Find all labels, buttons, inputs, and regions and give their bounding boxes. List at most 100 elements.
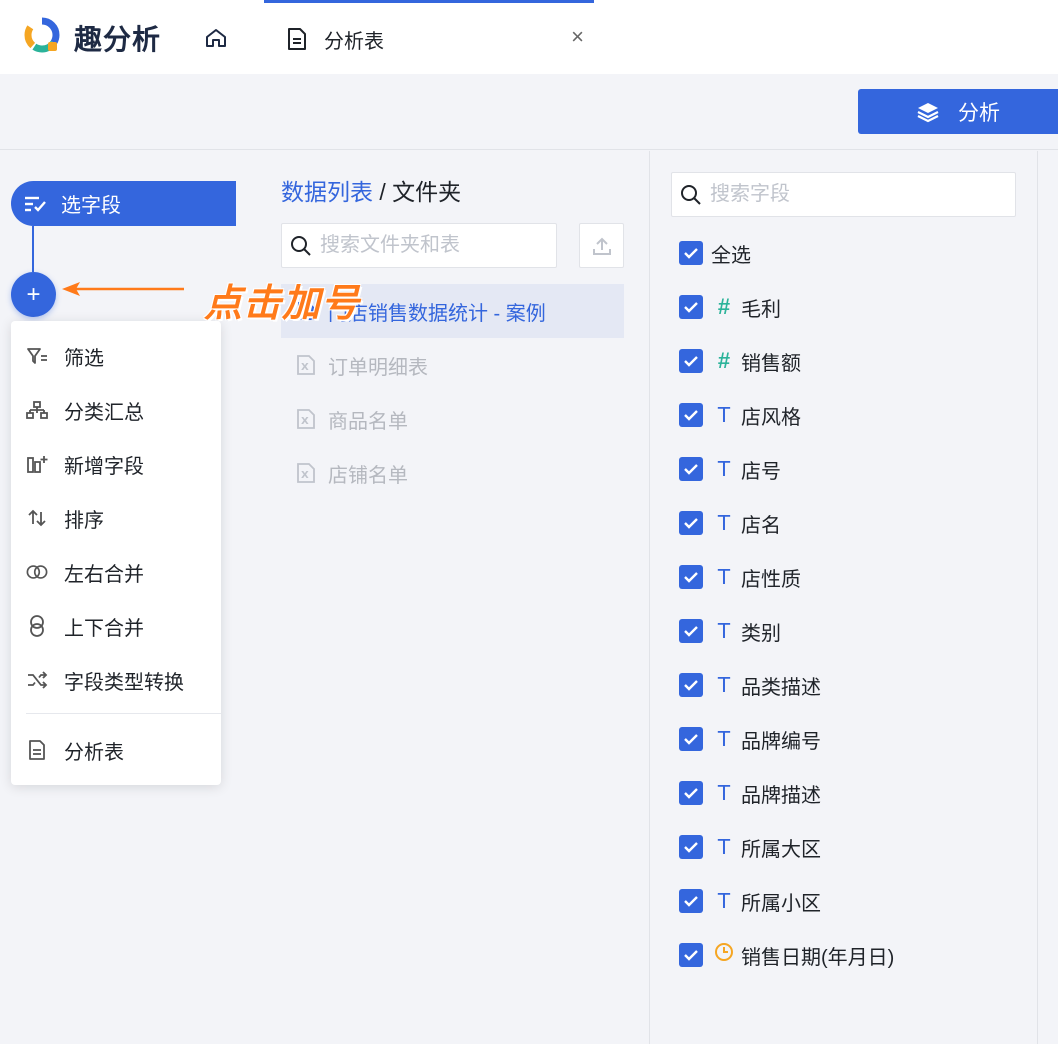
excel-file-icon: X	[297, 355, 315, 375]
svg-text:X: X	[301, 416, 309, 427]
menu-item-field-type-convert[interactable]: 字段类型转换	[11, 653, 221, 707]
field-checkbox-row[interactable]: T 类别	[679, 616, 781, 646]
add-step-button[interactable]: +	[11, 272, 56, 317]
file-item-product-list[interactable]: X 商品名单	[281, 392, 624, 446]
text-type-icon: T	[717, 511, 731, 535]
field-checkbox-row[interactable]: # 毛利	[679, 292, 781, 322]
upload-button[interactable]	[579, 223, 624, 268]
file-name: 订单明细表	[328, 356, 428, 379]
top-bar: 趣分析 分析表 ×	[0, 0, 1058, 74]
tab-analysis[interactable]: 分析表 ×	[264, 0, 594, 74]
add-step-menu: 筛选 分类汇总 新增字段 排序 左右合并 上下合并 字段类型转换 分析表	[11, 321, 221, 785]
field-name: 所属小区	[741, 892, 821, 915]
checkbox-checked-icon	[679, 619, 703, 643]
field-list-panel: 全选 # 毛利 # 销售额 T 店风格 T 店号 T 店名 T 店性质 T 类别 T 品类描述 T 品牌编号 T 品牌…	[649, 151, 1058, 1044]
checkbox-checked-icon	[679, 295, 703, 319]
hierarchy-icon	[26, 399, 48, 421]
text-type-icon: T	[717, 673, 731, 697]
number-type-icon: #	[717, 294, 731, 319]
home-button[interactable]	[200, 23, 232, 53]
checkbox-checked-icon	[679, 835, 703, 859]
field-checkbox-row[interactable]: T 所属大区	[679, 832, 821, 862]
horizontal-merge-icon	[26, 561, 48, 583]
field-checkbox-row[interactable]: T 品牌描述	[679, 778, 821, 808]
breadcrumb: 数据列表 / 文件夹	[281, 173, 461, 207]
svg-text:X: X	[301, 362, 309, 373]
layers-icon	[917, 102, 939, 122]
vertical-merge-icon	[26, 615, 48, 637]
menu-item-label: 上下合并	[64, 617, 144, 640]
menu-item-label: 分析表	[64, 741, 124, 764]
text-type-icon: T	[717, 619, 731, 643]
step-connector	[32, 226, 34, 272]
field-checkbox-row[interactable]: # 销售额	[679, 346, 801, 376]
folder-search-input[interactable]	[320, 234, 540, 257]
text-type-icon: T	[717, 457, 731, 481]
search-icon	[291, 235, 311, 256]
field-name: 店风格	[741, 406, 801, 429]
search-icon	[681, 184, 701, 205]
field-checkbox-row[interactable]: T 品牌编号	[679, 724, 821, 754]
home-icon	[206, 29, 226, 47]
field-search-input[interactable]	[710, 183, 1000, 206]
excel-file-icon: X	[297, 463, 315, 483]
checkbox-checked-icon	[679, 943, 703, 967]
menu-item-group-summary[interactable]: 分类汇总	[11, 383, 221, 437]
menu-item-analysis-table[interactable]: 分析表	[11, 723, 221, 777]
select-all-label: 全选	[711, 244, 751, 267]
checkbox-checked-icon	[679, 889, 703, 913]
add-column-icon	[26, 453, 48, 475]
menu-item-filter[interactable]: 筛选	[11, 329, 221, 383]
svg-text:X: X	[301, 470, 309, 481]
arrow-left-icon	[62, 282, 184, 296]
analyze-button[interactable]: 分析	[858, 89, 1058, 134]
tab-close-button[interactable]: ×	[571, 25, 584, 49]
menu-item-label: 新增字段	[64, 455, 144, 478]
menu-item-label: 分类汇总	[64, 401, 144, 424]
field-name: 销售额	[741, 352, 801, 375]
field-checkbox-row[interactable]: 销售日期(年月日)	[679, 940, 894, 970]
menu-item-label: 筛选	[64, 347, 104, 370]
analyze-label: 分析	[958, 101, 1000, 125]
field-name: 所属大区	[741, 838, 821, 861]
brand-name: 趣分析	[74, 24, 162, 55]
breadcrumb-link-datalist[interactable]: 数据列表	[281, 179, 373, 205]
menu-item-sort[interactable]: 排序	[11, 491, 221, 545]
steps-panel: 选字段 + 点击加号 筛选 分类汇总 新增字段 排序 左右合并 上下合并 字段类…	[0, 151, 359, 1044]
checkbox-checked-icon	[679, 349, 703, 373]
checkbox-checked-icon	[679, 565, 703, 589]
toolbar: 分析	[0, 74, 1058, 150]
hint-text: 点击加号	[204, 283, 361, 325]
text-type-icon: T	[717, 403, 731, 427]
checkbox-checked-icon	[679, 673, 703, 697]
field-checkbox-row[interactable]: T 店风格	[679, 400, 801, 430]
field-name: 销售日期(年月日)	[741, 946, 895, 969]
field-checkbox-row[interactable]: T 所属小区	[679, 886, 821, 916]
field-name: 毛利	[741, 298, 781, 321]
sort-icon	[26, 507, 48, 529]
checkbox-checked-icon	[679, 241, 703, 265]
select-field-step[interactable]: 选字段	[11, 181, 236, 226]
field-checkbox-row[interactable]: T 店号	[679, 454, 781, 484]
field-name: 类别	[741, 622, 781, 645]
select-all-checkbox[interactable]: 全选	[679, 238, 751, 268]
breadcrumb-separator: /	[373, 179, 393, 205]
menu-item-add-field[interactable]: 新增字段	[11, 437, 221, 491]
menu-item-label: 左右合并	[64, 563, 144, 586]
file-name: 店铺名单	[328, 464, 408, 487]
file-item-store-list[interactable]: X 店铺名单	[281, 446, 624, 500]
field-checkbox-row[interactable]: T 店名	[679, 508, 781, 538]
field-checkbox-row[interactable]: T 店性质	[679, 562, 801, 592]
checkbox-checked-icon	[679, 403, 703, 427]
menu-divider	[26, 713, 221, 714]
field-checkbox-row[interactable]: T 品类描述	[679, 670, 821, 700]
excel-file-icon: X	[297, 409, 315, 429]
menu-item-horizontal-merge[interactable]: 左右合并	[11, 545, 221, 599]
menu-item-vertical-merge[interactable]: 上下合并	[11, 599, 221, 653]
filter-icon	[26, 345, 48, 367]
menu-item-label: 排序	[64, 509, 104, 532]
number-type-icon: #	[717, 348, 731, 373]
field-name: 品牌编号	[741, 730, 821, 753]
checkbox-checked-icon	[679, 781, 703, 805]
file-item-order-detail[interactable]: X 订单明细表	[281, 338, 624, 392]
